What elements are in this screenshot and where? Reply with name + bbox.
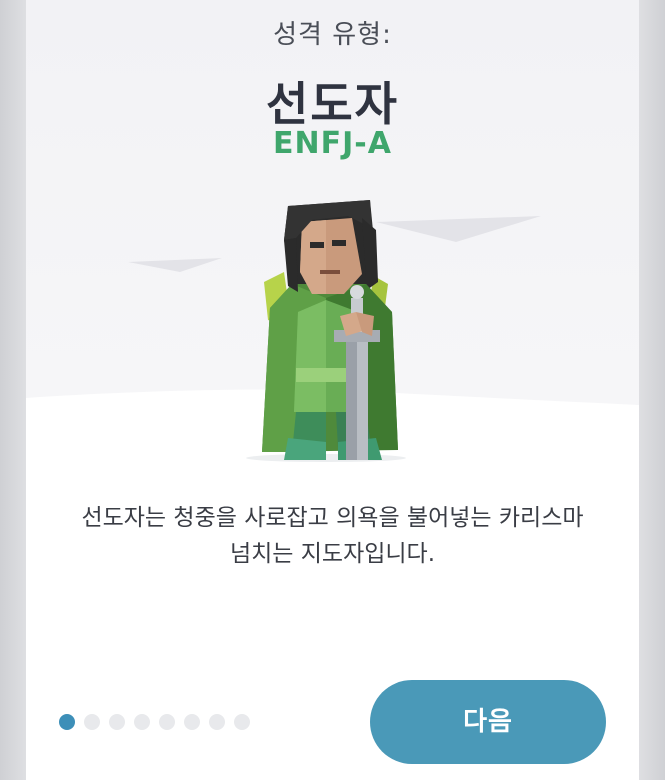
page-dot-3[interactable] <box>109 714 125 730</box>
next-button[interactable]: 다음 <box>370 680 606 764</box>
page-dot-5[interactable] <box>159 714 175 730</box>
page-dot-6[interactable] <box>184 714 200 730</box>
type-description: 선도자는 청중을 사로잡고 의욕을 불어넣는 카리스마 넘치는 지도자입니다. <box>66 500 599 572</box>
page-dot-7[interactable] <box>209 714 225 730</box>
page-dot-4[interactable] <box>134 714 150 730</box>
personality-type-name: 선도자 <box>266 77 399 131</box>
app-frame: 성격 유형: 선도자 ENFJ-A 선도자는 청중을 사로잡고 의욕을 불어넣는… <box>0 0 665 780</box>
personality-type-code: ENFJ-A <box>273 126 392 161</box>
sword-character-illustration <box>128 200 541 462</box>
page-dot-1[interactable] <box>59 714 75 730</box>
right-margin <box>639 0 665 780</box>
onboarding-card: 성격 유형: 선도자 ENFJ-A 선도자는 청중을 사로잡고 의욕을 불어넣는… <box>26 0 639 780</box>
personality-type-label: 성격 유형: <box>273 20 392 50</box>
cloud-left <box>128 258 222 272</box>
page-indicator <box>59 712 250 732</box>
description-line-2: 넘치는 지도자입니다. <box>229 541 436 567</box>
cloud-right <box>376 216 541 242</box>
page-dot-2[interactable] <box>84 714 100 730</box>
page-dot-8[interactable] <box>234 714 250 730</box>
left-margin <box>0 0 26 780</box>
description-line-1: 선도자는 청중을 사로잡고 의욕을 불어넣는 카리스마 <box>81 505 584 531</box>
